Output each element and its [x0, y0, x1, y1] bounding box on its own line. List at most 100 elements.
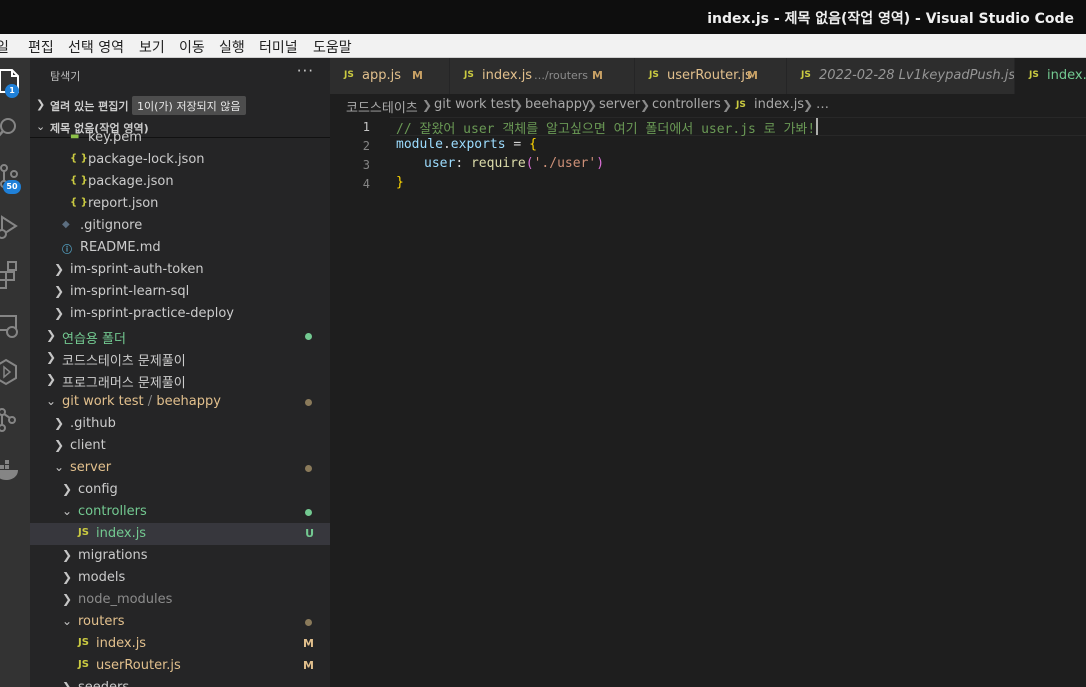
tree-item-label: git work test / beehappy	[62, 394, 221, 409]
js-file-icon: JS	[344, 70, 354, 80]
tree-file[interactable]: JS index.js M	[30, 633, 330, 655]
source-control-icon[interactable]: 50	[0, 158, 24, 194]
tree-folder[interactable]: ⌄ git work test / beehappy	[30, 391, 330, 413]
git-status-dot	[305, 509, 312, 516]
breadcrumb-item[interactable]: …	[816, 97, 829, 112]
menu-go[interactable]: 이동	[179, 37, 205, 57]
tab-controllers-index-js[interactable]: JS index.js	[1015, 58, 1086, 94]
code-line-1[interactable]: // 잘왔어 user 객체를 알고싶으면 여기 폴더에서 user.js 로 …	[396, 118, 815, 137]
menu-run[interactable]: 실행	[219, 37, 245, 57]
tree-folder[interactable]: ❯ migrations	[30, 545, 330, 567]
breadcrumb-item[interactable]: controllers	[652, 97, 721, 112]
tree-folder[interactable]: ❯ 프로그래머스 문제풀이	[30, 369, 330, 391]
tree-folder[interactable]: ❯ node_modules	[30, 589, 330, 611]
breadcrumb: 코드스테이츠 ❯ git work test ❯ beehappy ❯ serv…	[330, 94, 1086, 116]
code-line-4[interactable]: }	[396, 175, 404, 190]
chevron-right-icon: ❯	[46, 350, 57, 364]
tree-item-label: node_modules	[78, 592, 173, 607]
text-cursor	[816, 118, 818, 135]
explorer-icon[interactable]: 1	[0, 64, 24, 100]
remote-explorer-icon[interactable]	[0, 308, 24, 344]
chevron-right-icon: ❯	[62, 482, 73, 496]
menu-file[interactable]: 일	[0, 37, 9, 57]
tree-folder[interactable]: ⌄ server	[30, 457, 330, 479]
tree-folder[interactable]: ⌄ routers	[30, 611, 330, 633]
tree-folder[interactable]: ⌄ controllers	[30, 501, 330, 523]
chevron-down-icon: ⌄	[62, 504, 73, 518]
breadcrumb-separator-icon: ❯	[722, 98, 733, 112]
vscode-window: index.js - 제목 없음(작업 영역) - Visual Studio …	[0, 0, 1086, 687]
search-icon[interactable]	[0, 110, 24, 146]
line-number: 2	[362, 139, 370, 153]
menu-selection[interactable]: 선택 영역	[68, 37, 124, 57]
js-file-icon: JS	[78, 659, 89, 670]
tree-folder[interactable]: ❯ 코드스테이츠 문제풀이	[30, 347, 330, 369]
tree-file[interactable]: { } package.json	[30, 171, 330, 193]
tree-file[interactable]: ⓘ README.md	[30, 237, 330, 259]
code-line-2[interactable]: module.exports = {	[396, 137, 537, 152]
chevron-down-icon: ⌄	[62, 614, 73, 628]
tree-folder[interactable]: ❯ .github	[30, 413, 330, 435]
tree-folder[interactable]: ❯ 연습용 폴더	[30, 325, 330, 347]
breadcrumb-separator-icon: ❯	[513, 98, 524, 112]
menu-terminal[interactable]: 터미널	[259, 37, 298, 57]
tree-folder[interactable]: ❯ config	[30, 479, 330, 501]
tree-item-label: config	[78, 482, 118, 497]
breadcrumb-item[interactable]: 코드스테이츠	[346, 97, 418, 116]
tree-item-label: client	[70, 438, 106, 453]
testing-icon[interactable]	[0, 354, 24, 390]
tree-folder[interactable]: ❯ models	[30, 567, 330, 589]
run-debug-icon[interactable]	[0, 208, 24, 244]
explorer-badge: 1	[5, 84, 19, 98]
code-token: exports	[450, 137, 506, 152]
git-status-dot	[305, 399, 312, 406]
code-line-3[interactable]: user: require('./user')	[396, 156, 604, 171]
tab-routers-index-js[interactable]: JS index.js …/routers M	[450, 58, 635, 94]
open-editors-section[interactable]: ❯ 열려 있는 편집기 1이(가) 저장되지 않음	[30, 94, 330, 116]
tab-keypad-push-js[interactable]: JS 2022-02-28 Lv1keypadPush.js	[787, 58, 1015, 94]
tree-folder[interactable]: ❯ im-sprint-learn-sql	[30, 281, 330, 303]
tree-item-label: im-sprint-practice-deploy	[70, 306, 234, 321]
tree-folder[interactable]: ❯ im-sprint-auth-token	[30, 259, 330, 281]
tree-file[interactable]: ▬ key.pem	[30, 127, 330, 149]
tree-folder[interactable]: ❯ im-sprint-practice-deploy	[30, 303, 330, 325]
chevron-right-icon: ❯	[54, 284, 65, 298]
chevron-right-icon: ❯	[62, 680, 73, 687]
chevron-right-icon: ❯	[46, 328, 57, 342]
tree-item-label: package-lock.json	[88, 152, 205, 167]
tree-folder[interactable]: ❯ seeders	[30, 677, 330, 687]
breadcrumb-item[interactable]: index.js	[754, 97, 804, 112]
tree-file[interactable]: ◆ .gitignore	[30, 215, 330, 237]
menu-edit[interactable]: 편집	[28, 37, 54, 57]
breadcrumb-item[interactable]: git work test	[434, 97, 516, 112]
chevron-right-icon: ❯	[54, 416, 65, 430]
docker-icon[interactable]	[0, 452, 24, 488]
git-graph-icon[interactable]	[0, 402, 24, 438]
chevron-right-icon: ❯	[54, 438, 65, 452]
tree-file[interactable]: { } package-lock.json	[30, 149, 330, 171]
breadcrumb-item[interactable]: server	[599, 97, 640, 112]
tree-folder[interactable]: ❯ client	[30, 435, 330, 457]
extensions-icon[interactable]	[0, 256, 24, 292]
tab-userrouter-js[interactable]: JS userRouter.js M	[635, 58, 787, 94]
menu-view[interactable]: 보기	[139, 37, 165, 57]
code-token: (	[525, 156, 534, 171]
git-file-icon: ◆	[62, 219, 70, 230]
code-token: :	[455, 156, 471, 171]
code-comment: // 잘왔어 user 객체를 알고싶으면 여기 폴더에서 user.js 로 …	[396, 122, 816, 137]
pem-file-icon: ▬	[70, 131, 80, 142]
menu-help[interactable]: 도움말	[313, 37, 352, 57]
tab-app-js[interactable]: JS app.js M	[330, 58, 450, 94]
unsaved-badge: 1이(가) 저장되지 않음	[132, 96, 246, 115]
tree-file[interactable]: { } report.json	[30, 193, 330, 215]
tree-item-label: package.json	[88, 174, 174, 189]
info-file-icon: ⓘ	[62, 245, 72, 256]
explorer-title: 탐색기	[50, 70, 81, 83]
more-actions-icon[interactable]: ···	[297, 62, 314, 80]
tree-item-label: im-sprint-auth-token	[70, 262, 204, 277]
tab-modified-badge: M	[747, 69, 758, 82]
breadcrumb-item[interactable]: beehappy	[525, 97, 590, 112]
tree-file[interactable]: JS index.js U	[30, 523, 330, 545]
activity-bar: 1 50	[0, 58, 30, 687]
tree-file[interactable]: JS userRouter.js M	[30, 655, 330, 677]
